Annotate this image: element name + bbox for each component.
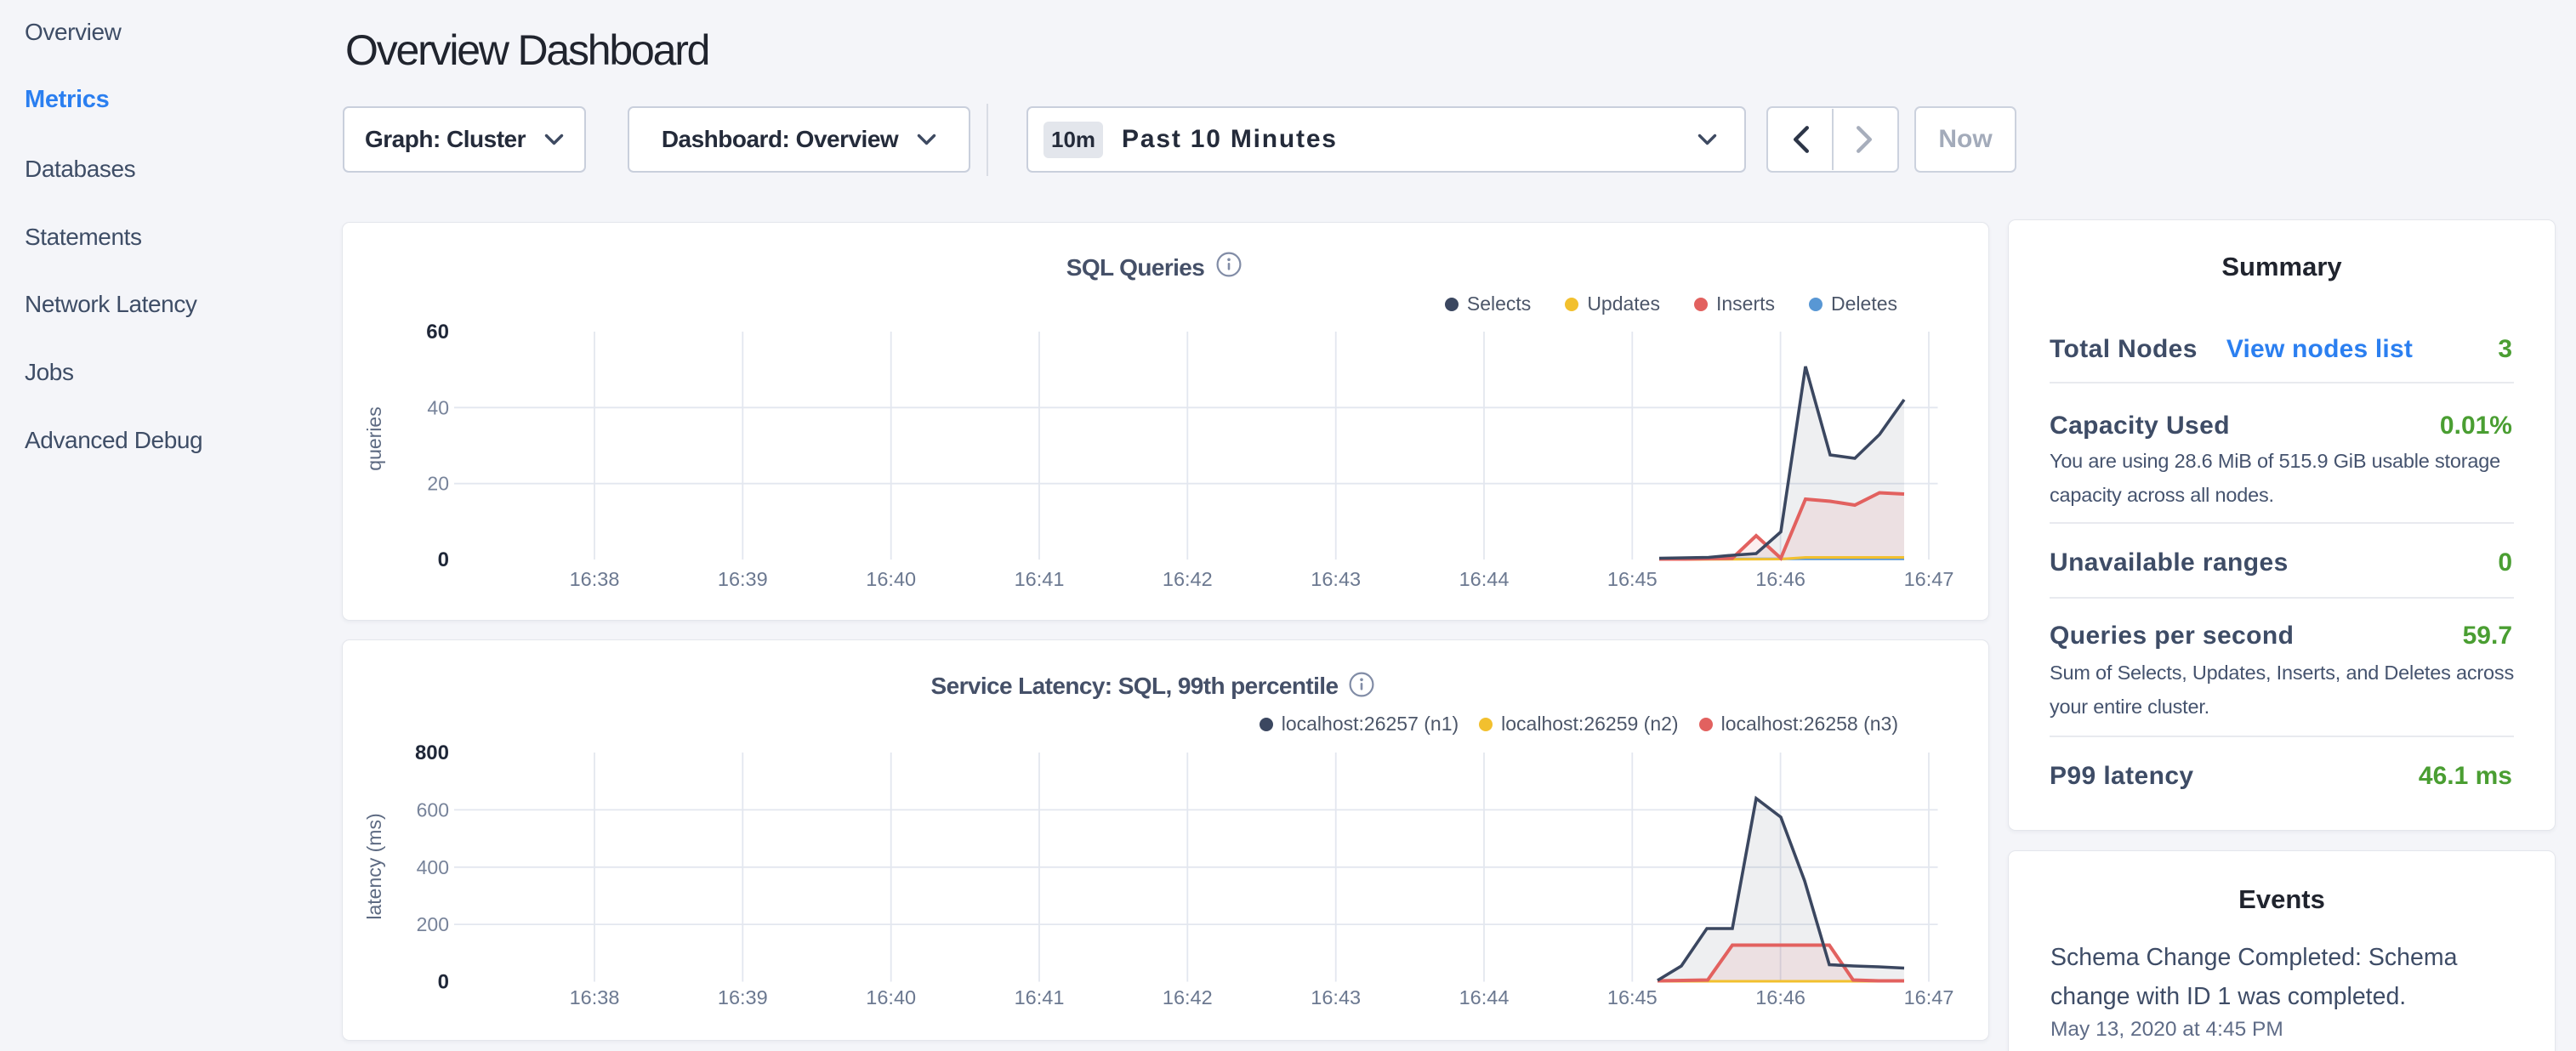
svg-text:16:42: 16:42 xyxy=(1163,568,1213,590)
svg-text:800: 800 xyxy=(415,741,449,764)
svg-text:latency (ms): latency (ms) xyxy=(363,813,385,919)
svg-text:16:39: 16:39 xyxy=(718,986,768,1008)
svg-text:0: 0 xyxy=(438,971,449,994)
svg-text:16:47: 16:47 xyxy=(1904,986,1954,1008)
svg-text:60: 60 xyxy=(426,321,449,344)
svg-text:16:43: 16:43 xyxy=(1311,986,1361,1008)
svg-text:16:44: 16:44 xyxy=(1459,986,1510,1008)
svg-text:16:45: 16:45 xyxy=(1607,986,1658,1008)
svg-text:16:41: 16:41 xyxy=(1015,568,1065,590)
svg-text:16:38: 16:38 xyxy=(570,568,620,590)
svg-text:20: 20 xyxy=(427,473,449,495)
svg-text:16:39: 16:39 xyxy=(718,568,768,590)
svg-text:16:46: 16:46 xyxy=(1755,986,1805,1008)
svg-text:16:43: 16:43 xyxy=(1311,568,1361,590)
svg-text:16:40: 16:40 xyxy=(866,568,916,590)
svg-text:200: 200 xyxy=(417,913,449,935)
svg-text:16:46: 16:46 xyxy=(1755,568,1805,590)
svg-text:16:42: 16:42 xyxy=(1163,986,1213,1008)
svg-text:0: 0 xyxy=(438,548,449,571)
svg-text:16:41: 16:41 xyxy=(1015,986,1065,1008)
svg-text:16:38: 16:38 xyxy=(570,986,620,1008)
svg-text:40: 40 xyxy=(427,396,449,418)
svg-text:16:40: 16:40 xyxy=(866,986,916,1008)
svg-text:400: 400 xyxy=(417,856,449,878)
svg-text:600: 600 xyxy=(417,798,449,821)
svg-text:16:47: 16:47 xyxy=(1904,568,1954,590)
svg-text:16:44: 16:44 xyxy=(1459,568,1510,590)
svg-text:queries: queries xyxy=(363,406,385,470)
svg-text:16:45: 16:45 xyxy=(1607,568,1658,590)
